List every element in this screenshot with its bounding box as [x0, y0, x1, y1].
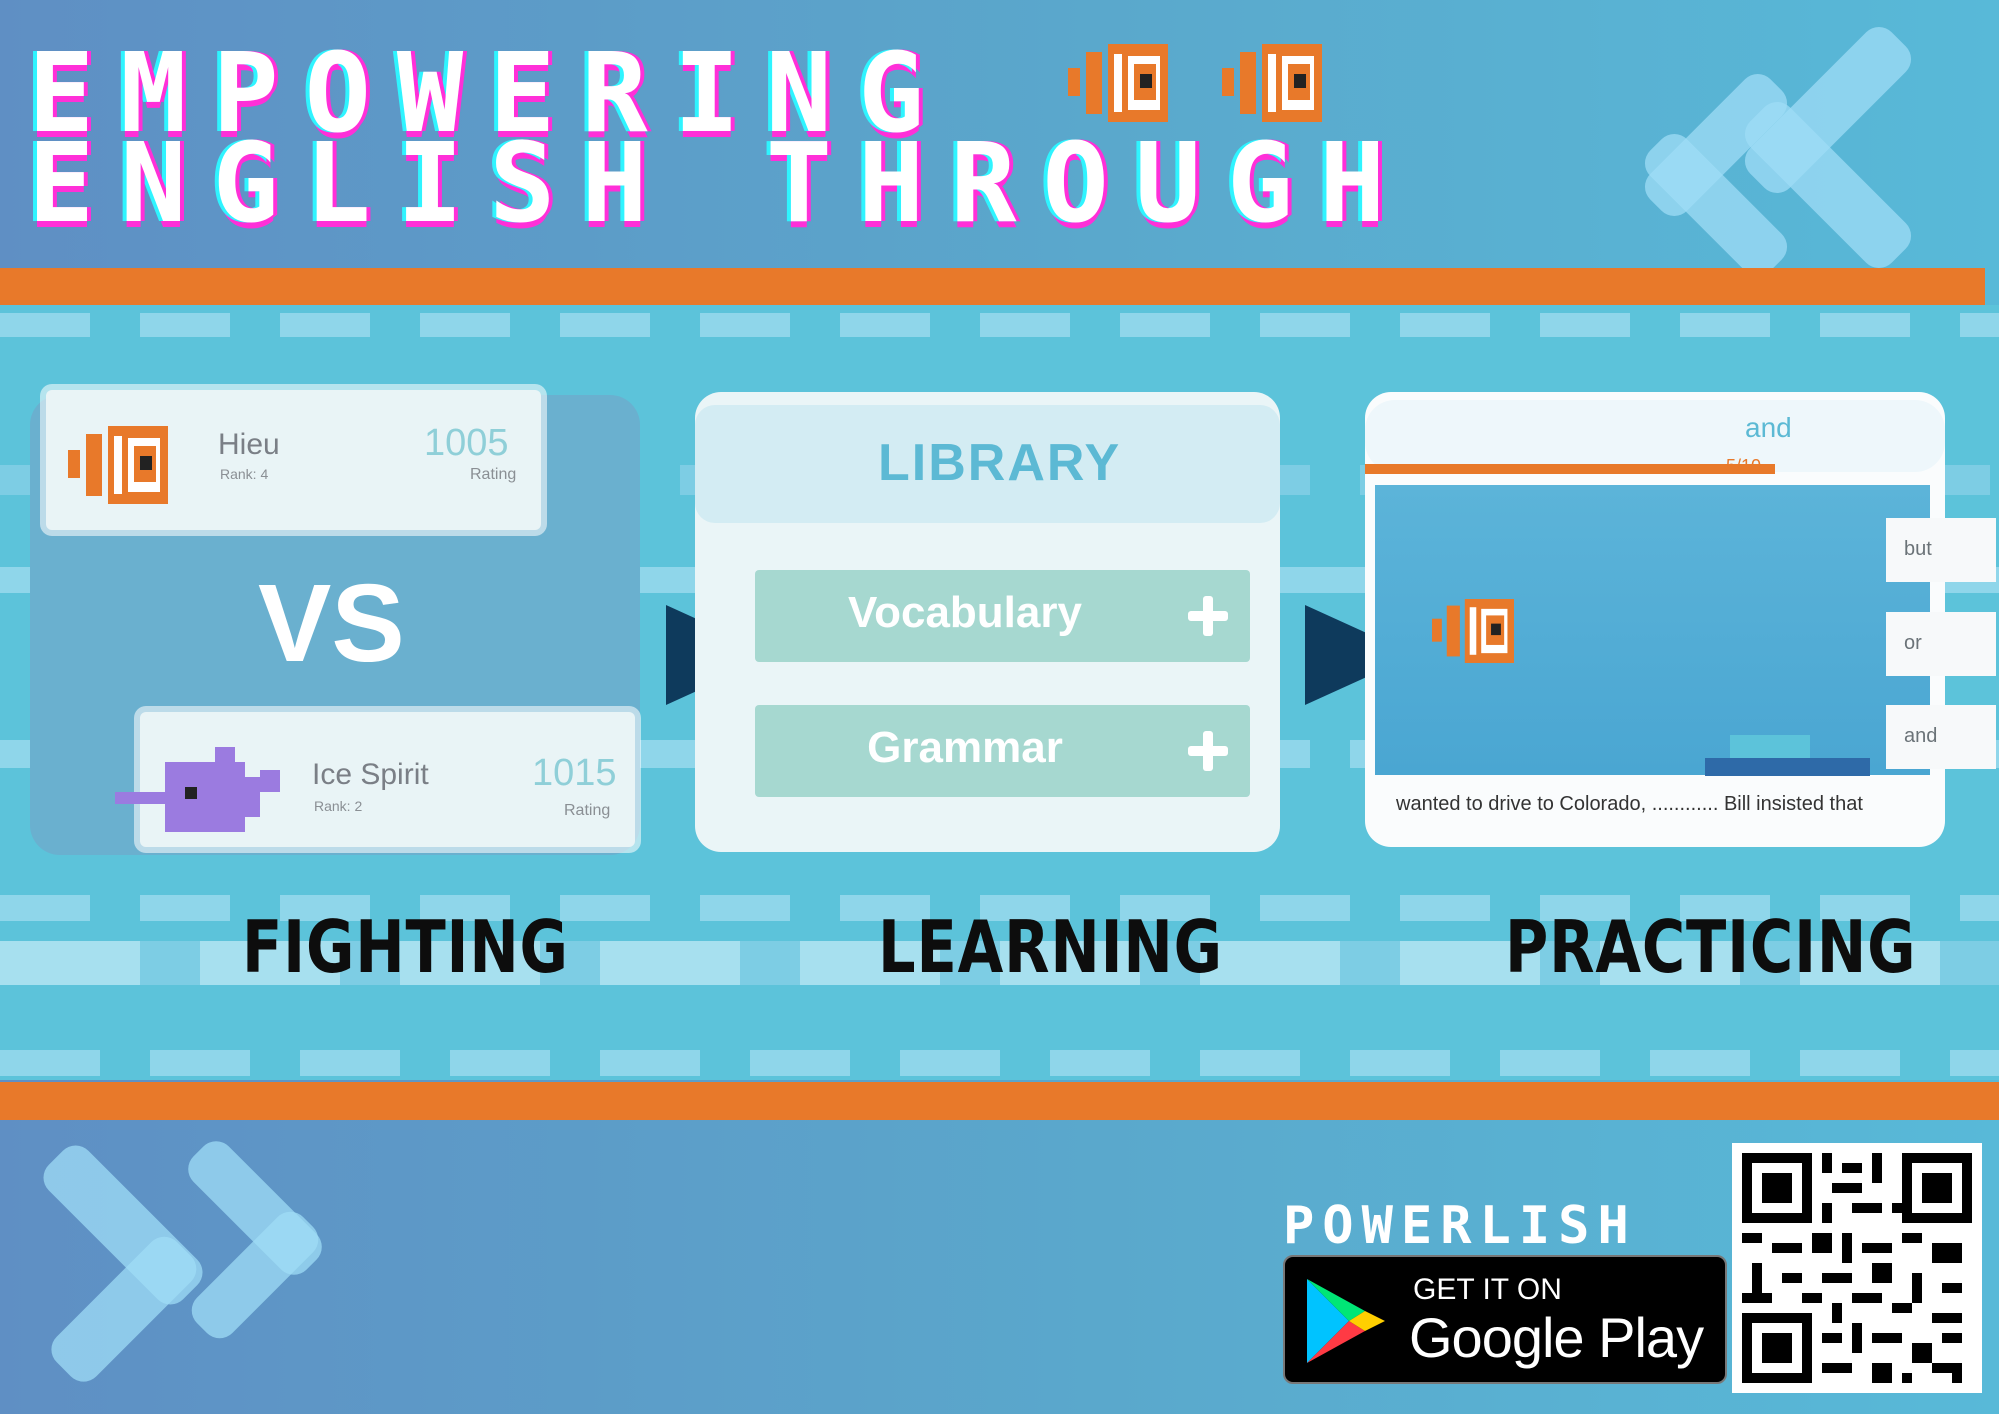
vocabulary-label: Vocabulary: [848, 588, 1082, 637]
step-learning-label: LEARNING: [878, 905, 1223, 989]
player1-rating: 1005: [424, 422, 509, 464]
choice-and[interactable]: and: [1886, 705, 1996, 769]
brand-name: POWERLISH: [1283, 1196, 1637, 1256]
library-title: LIBRARY: [878, 434, 1122, 492]
choice-but[interactable]: but: [1886, 518, 1996, 582]
google-play-badge[interactable]: GET IT ON Google Play: [1283, 1255, 1727, 1384]
grammar-button[interactable]: Grammar: [755, 705, 1250, 797]
get-it-on-text: GET IT ON: [1413, 1273, 1562, 1306]
plus-icon: [1188, 731, 1228, 771]
question-sentence: wanted to drive to Colorado, ...........…: [1396, 793, 1863, 815]
choice-or[interactable]: or: [1886, 612, 1996, 676]
target-word: and: [1745, 412, 1792, 443]
player2-rating: 1015: [532, 752, 617, 794]
google-play-icon: [1307, 1279, 1385, 1363]
top-orange-divider: [0, 268, 1985, 306]
step-practicing-label: PRACTICING: [1505, 905, 1917, 989]
player1-name: Hieu: [218, 428, 280, 461]
fish-mascot-icon: [1068, 44, 1168, 122]
fish-mascot-icon: [1222, 44, 1322, 122]
bottom-orange-divider: [0, 1082, 1999, 1120]
purple-monster-icon: [115, 747, 280, 832]
progress-bar: [1365, 464, 1775, 474]
player2-name: Ice Spirit: [312, 758, 429, 791]
player1-rating-label: Rating: [470, 466, 517, 483]
progress-text: 5/10: [1726, 456, 1762, 476]
grammar-label: Grammar: [867, 723, 1063, 772]
qr-code: [1732, 1143, 1982, 1393]
step-fighting-label: FIGHTING: [242, 905, 569, 989]
player2-rating-label: Rating: [564, 802, 611, 819]
player-card-ice-spirit: Ice Spirit Rank: 2 1015 Rating: [115, 712, 635, 847]
player2-rank: Rank: 2: [314, 798, 363, 814]
fish-mascot-icon: [1432, 599, 1514, 663]
vocabulary-button[interactable]: Vocabulary: [755, 570, 1250, 662]
player1-rank: Rank: 4: [220, 466, 269, 482]
google-play-text: Google Play: [1409, 1306, 1704, 1369]
headline-line-2: ENGLISH THROUGH: [28, 119, 1412, 247]
versus-label: VS: [258, 562, 405, 685]
plus-icon: [1188, 596, 1228, 636]
fish-mascot-icon: [68, 426, 168, 504]
player-card-hieu: Hieu Rank: 4 1005 Rating: [46, 390, 541, 530]
